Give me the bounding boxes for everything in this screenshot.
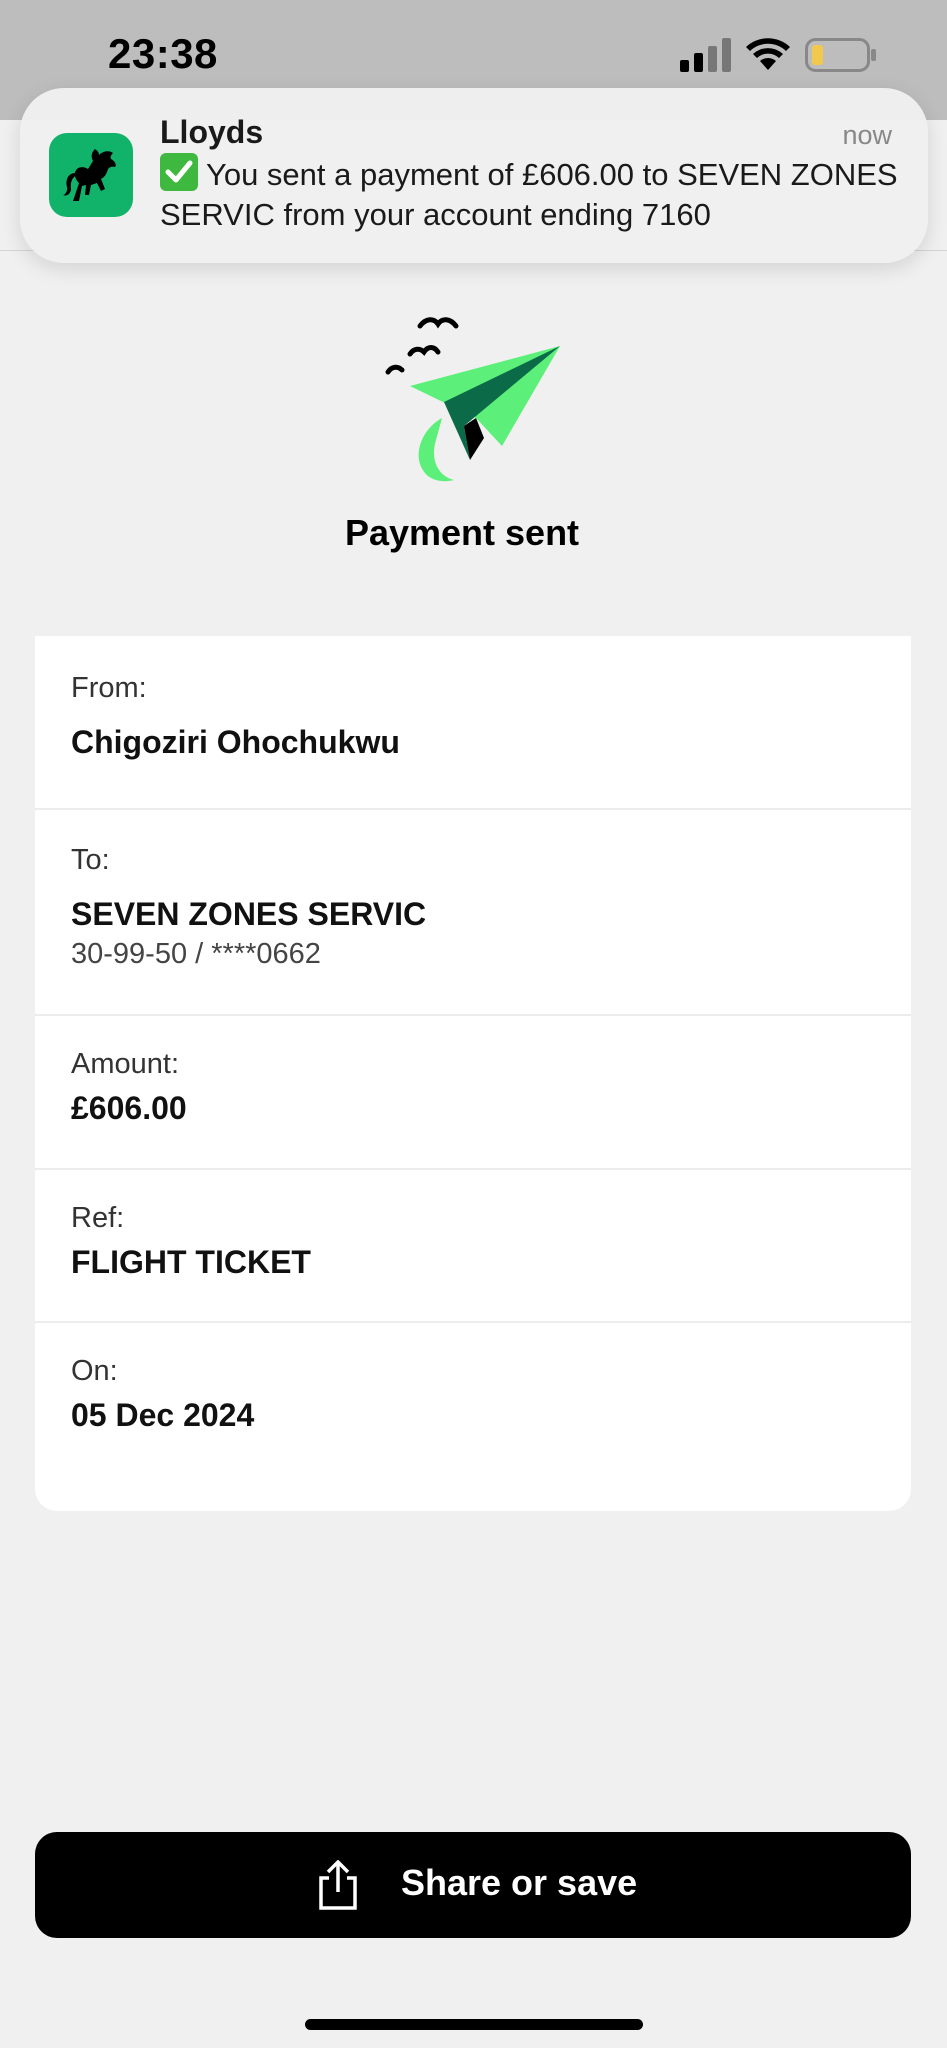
to-value: SEVEN ZONES SERVIC	[71, 896, 427, 932]
page-title: Payment sent	[344, 512, 580, 553]
home-indicator[interactable]	[305, 2019, 643, 2030]
status-time: 23:38	[108, 30, 218, 77]
amount-value: £606.00	[71, 1090, 187, 1126]
from-value: Chigoziri Ohochukwu	[71, 724, 400, 760]
from-row: From: Chigoziri Ohochukwu	[35, 636, 911, 810]
notification-app-name: Lloyds	[160, 114, 264, 150]
from-label: From:	[71, 672, 147, 704]
cellular-signal-icon	[680, 38, 731, 72]
ref-value: FLIGHT TICKET	[71, 1244, 311, 1280]
notification-body: You sent a payment of £606.00 to SEVEN Z…	[160, 153, 900, 235]
push-notification[interactable]: Lloyds now You sent a payment of £606.00…	[20, 88, 928, 263]
notification-time: now	[842, 120, 892, 150]
date-row: On: 05 Dec 2024	[35, 1321, 911, 1511]
notification-message: You sent a payment of £606.00 to SEVEN Z…	[160, 157, 898, 232]
check-mark-emoji-icon	[160, 153, 198, 191]
ref-row: Ref: FLIGHT TICKET	[35, 1168, 911, 1323]
on-label: On:	[71, 1355, 118, 1387]
battery-low-icon	[805, 38, 876, 72]
lloyds-horse-icon	[49, 133, 133, 217]
share-or-save-button[interactable]: Share or save	[35, 1832, 911, 1938]
amount-label: Amount:	[71, 1048, 179, 1080]
to-account: 30-99-50 / ****0662	[71, 938, 321, 970]
to-row: To: SEVEN ZONES SERVIC 30-99-50 / ****06…	[35, 808, 911, 1016]
ref-label: Ref:	[71, 1202, 125, 1234]
payment-sent-illustration	[0, 310, 947, 510]
on-value: 05 Dec 2024	[71, 1397, 255, 1433]
payment-details-card: From: Chigoziri Ohochukwu To: SEVEN ZONE…	[35, 636, 911, 1511]
share-icon	[319, 1860, 357, 1910]
to-label: To:	[71, 844, 110, 876]
share-or-save-label: Share or save	[401, 1862, 638, 1903]
wifi-icon	[746, 38, 790, 70]
paper-plane-icon	[385, 317, 560, 482]
amount-row: Amount: £606.00	[35, 1014, 911, 1170]
